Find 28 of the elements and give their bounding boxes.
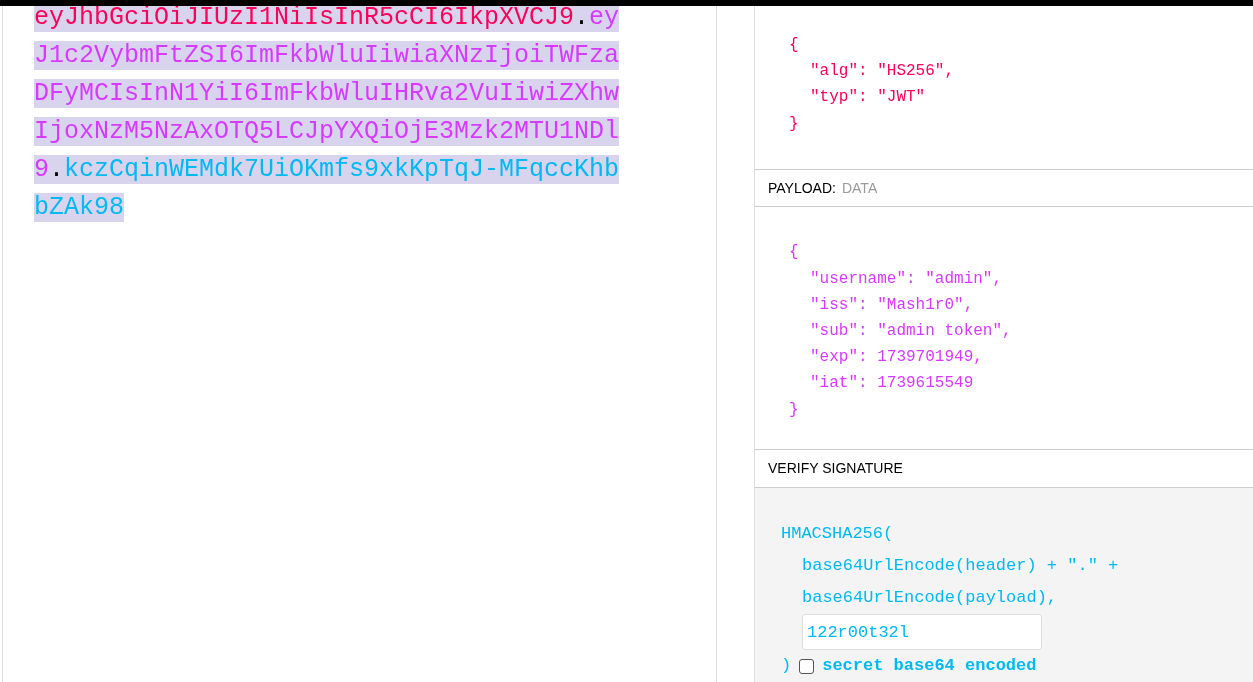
section-sublabel: DATA [841, 178, 878, 198]
checkbox[interactable] [799, 658, 815, 674]
secret-input-field[interactable]: 122r00t32l [802, 614, 1042, 650]
json-brace: { [789, 243, 799, 262]
token-payload-text: 9 [34, 155, 49, 184]
token-payload-text: DFyMCIsInN1YiI6ImFkbWluIHRva2VuIiwiZXhw [34, 79, 620, 108]
json-brace: } [789, 114, 799, 133]
json-line: "sub": "admin token", [810, 321, 1012, 340]
json-brace: { [789, 36, 799, 54]
code-line: ) [781, 655, 792, 677]
json-line: "exp": 1739701949, [810, 348, 983, 367]
code-line: base64UrlEncode(header) + "." + [802, 556, 1119, 575]
json-line: "iss": "Mash1r0", [810, 295, 974, 314]
code-line: base64UrlEncode(payload), [802, 588, 1058, 607]
token-payload-text: IjoxNzM5NzAxOTQ5LCJpYXQiOjE3Mzk2MTU1NDl [34, 117, 620, 146]
json-line: "typ": "JWT" [810, 88, 926, 107]
code-line: HMACSHA256( [781, 524, 894, 543]
section-label: PAYLOAD: [768, 178, 836, 198]
token-payload-text: J1c2VybmFtZSI6ImFkbWluIiwiaXNzIjoiTWFza [34, 41, 620, 70]
json-line: "username": "admin", [810, 269, 1003, 288]
json-line: "iat": 1739615549 [810, 374, 974, 393]
section-label: VERIFY SIGNATURE [768, 459, 903, 479]
json-brace: } [789, 400, 799, 419]
token-signature-text: bZAk98 [34, 193, 124, 222]
token-separator: . [49, 155, 65, 184]
json-line: "alg": "HS256", [810, 62, 955, 81]
token-signature-text: kczCqinWEMdk7UiOKmfs9xkKpTqJ-MFqccKhb [64, 155, 620, 184]
checkbox-label: secret base64 encoded [822, 655, 1037, 677]
